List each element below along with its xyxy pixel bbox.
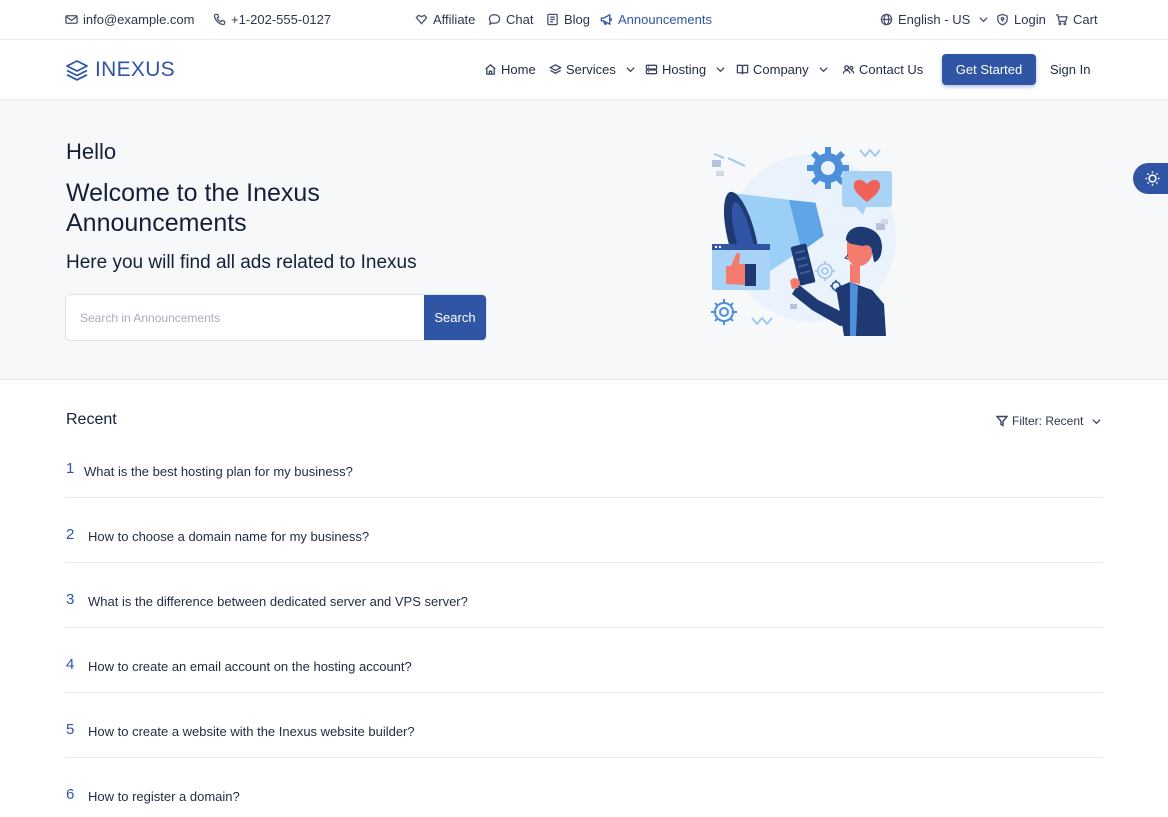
nav-contact[interactable]: Contact Us [842,40,923,98]
globe-icon [880,13,893,26]
item-number: 1 [66,460,75,477]
list-item[interactable]: 6 How to register a domain? [65,758,1103,817]
filter-dropdown[interactable]: Filter: Recent [996,411,1102,431]
logo-text: INEXUS [95,58,175,81]
item-title[interactable]: How to create a website with the Inexus … [88,724,415,739]
layers-logo-icon [66,60,88,81]
item-title[interactable]: How to choose a domain name for my busin… [88,529,369,544]
nav-home-label: Home [501,61,536,77]
users-icon [842,64,855,74]
blog-icon [547,13,558,26]
cart-link[interactable]: Cart [1055,0,1098,39]
chevron-down-icon [626,66,635,72]
login-link[interactable]: Login [996,0,1046,39]
list-item[interactable]: 5 How to create a website with the Inexu… [65,693,1103,758]
affiliate-label: Affiliate [433,12,476,27]
filter-icon [996,415,1008,427]
chevron-down-icon [716,66,725,72]
affiliate-link[interactable]: Affiliate [415,0,475,39]
nav-company[interactable]: Company [736,40,829,98]
nav-home[interactable]: Home [484,40,536,98]
item-number: 5 [66,721,75,738]
language-label: English - US [898,12,971,27]
hero-title: Welcome to the Inexus Announcements [66,179,320,237]
chat-link[interactable]: Chat [488,0,533,39]
main-navigation: INEXUS Home Services Hosting Company Con… [0,40,1168,100]
chevron-down-icon [1092,418,1101,424]
sign-in-link[interactable]: Sign In [1050,54,1090,85]
chat-icon [488,14,501,26]
phone-link[interactable]: +1-202-555-0127 [213,0,331,39]
announcement-search: Search [65,294,487,341]
blog-link[interactable]: Blog [546,0,590,39]
blog-label: Blog [564,12,591,27]
cart-label: Cart [1073,12,1098,27]
item-number: 6 [66,786,75,803]
recent-heading: Recent [66,411,117,428]
login-label: Login [1014,12,1046,27]
chat-label: Chat [506,12,534,27]
home-icon [485,63,496,75]
item-title[interactable]: What is the difference between dedicated… [88,594,468,609]
site-logo[interactable]: INEXUS [65,56,175,84]
megaphone-illustration [711,147,896,336]
list-item[interactable]: 1 What is the best hosting plan for my b… [65,433,1103,498]
announcement-list: 1 What is the best hosting plan for my b… [65,433,1103,817]
item-number: 2 [66,526,75,543]
list-item[interactable]: 2 How to choose a domain name for my bus… [65,498,1103,563]
services-icon [549,63,562,74]
announcements-label: Announcements [618,12,712,27]
filter-label: Filter: Recent [1012,414,1084,428]
nav-hosting[interactable]: Hosting [645,40,726,98]
get-started-button[interactable]: Get Started [942,54,1036,85]
affiliate-icon [415,14,428,25]
nav-hosting-label: Hosting [662,61,707,77]
phone-icon [213,13,226,26]
item-title[interactable]: What is the best hosting plan for my bus… [84,464,353,479]
search-button[interactable]: Search [424,295,486,340]
item-number: 4 [66,656,75,673]
megaphone-icon [600,13,612,26]
nav-services-label: Services [566,61,616,77]
nav-contact-label: Contact Us [859,61,924,77]
chevron-down-icon [979,17,988,23]
cart-icon [1055,14,1068,26]
list-item[interactable]: 3 What is the difference between dedicat… [65,563,1103,628]
list-item[interactable]: 4 How to create an email account on the … [65,628,1103,693]
search-input[interactable] [66,295,426,340]
phone-text: +1-202-555-0127 [231,12,332,27]
email-text: info@example.com [83,12,195,27]
mail-icon [65,15,78,24]
item-number: 3 [66,591,75,608]
hero-section: Hello Welcome to the Inexus Announcement… [0,100,1168,380]
hero-subtitle: Here you will find all ads related to In… [66,252,417,273]
hero-greeting: Hello [66,139,117,164]
announcements-link[interactable]: Announcements [600,0,712,39]
email-link[interactable]: info@example.com [65,0,194,39]
item-title[interactable]: How to register a domain? [88,789,240,804]
nav-company-label: Company [753,61,809,77]
top-bar: info@example.com +1-202-555-0127 Affilia… [0,0,1168,40]
nav-services[interactable]: Services [549,40,636,98]
hosting-icon [645,64,658,74]
chevron-down-icon [819,66,828,72]
company-icon [736,64,749,74]
theme-toggle-button[interactable] [1133,163,1168,194]
language-selector[interactable]: English - US [880,0,989,39]
sun-icon [1145,171,1160,186]
item-title[interactable]: How to create an email account on the ho… [88,659,412,674]
shield-icon [997,13,1008,26]
